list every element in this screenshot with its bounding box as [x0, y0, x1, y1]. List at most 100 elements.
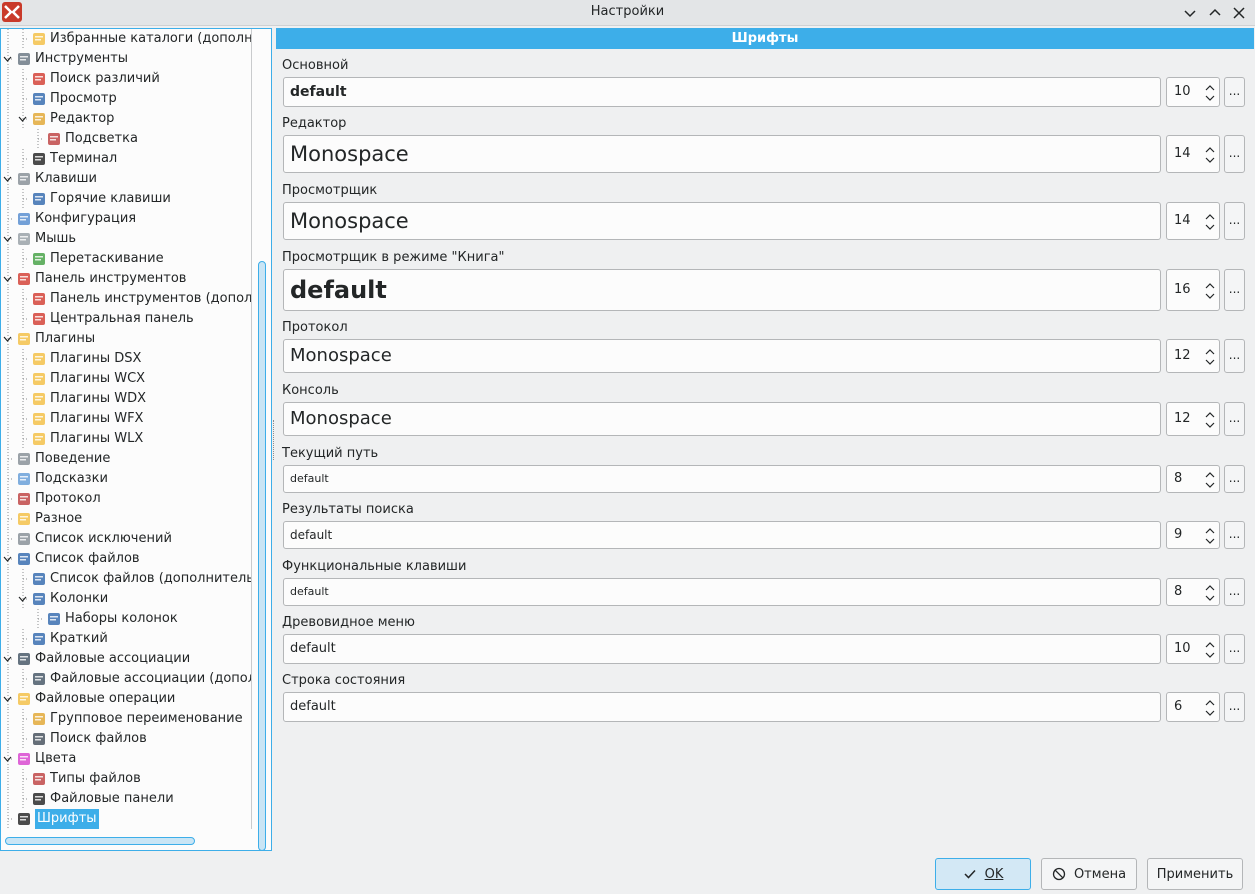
tree-item[interactable]: Центральная панель	[1, 309, 251, 329]
tree-item[interactable]: Протокол	[1, 489, 251, 509]
tree-item[interactable]: Колонки	[1, 589, 251, 609]
font-size-spinbox[interactable]: 14	[1166, 202, 1220, 240]
spin-down-icon[interactable]	[1203, 707, 1217, 717]
minimize-button[interactable]	[1180, 3, 1200, 23]
font-size-spinbox[interactable]: 12	[1166, 402, 1220, 436]
font-name-field[interactable]: Monospace	[283, 339, 1161, 373]
spin-up-icon[interactable]	[1203, 82, 1217, 92]
spin-up-icon[interactable]	[1203, 582, 1217, 592]
spin-down-icon[interactable]	[1203, 356, 1217, 366]
font-size-spinbox[interactable]: 8	[1166, 578, 1220, 606]
spin-up-icon[interactable]	[1203, 144, 1217, 154]
font-size-spinbox[interactable]: 6	[1166, 692, 1220, 722]
font-size-spinbox[interactable]: 14	[1166, 135, 1220, 173]
tree-item[interactable]: Плагины WCX	[1, 369, 251, 389]
spin-down-icon[interactable]	[1203, 290, 1217, 300]
spin-up-icon[interactable]	[1203, 280, 1217, 290]
tree-item[interactable]: Поведение	[1, 449, 251, 469]
tree-item[interactable]: Конфигурация	[1, 209, 251, 229]
apply-button[interactable]: Применить	[1147, 858, 1243, 890]
choose-font-button[interactable]: ...	[1224, 135, 1245, 173]
spin-up-icon[interactable]	[1203, 525, 1217, 535]
tree-item[interactable]: Цвета	[1, 749, 251, 769]
font-name-field[interactable]: default	[283, 465, 1161, 493]
tree-item[interactable]: Список файлов (дополнительно	[1, 569, 251, 589]
tree-item[interactable]: Панель инструментов (дополни	[1, 289, 251, 309]
tree-item[interactable]: Файловые ассоциации (дополни	[1, 669, 251, 689]
tree-item[interactable]: Подсказки	[1, 469, 251, 489]
tree-item[interactable]: Просмотр	[1, 89, 251, 109]
font-size-spinbox[interactable]: 12	[1166, 339, 1220, 373]
tree-item[interactable]: Горячие клавиши	[1, 189, 251, 209]
choose-font-button[interactable]: ...	[1224, 465, 1245, 493]
choose-font-button[interactable]: ...	[1224, 269, 1245, 311]
spin-up-icon[interactable]	[1203, 697, 1217, 707]
tree-item[interactable]: Типы файлов	[1, 769, 251, 789]
font-name-field[interactable]: Monospace	[283, 402, 1161, 436]
tree-vertical-scrollbar[interactable]	[258, 261, 266, 850]
spin-down-icon[interactable]	[1203, 535, 1217, 545]
font-name-field[interactable]: default	[283, 77, 1161, 107]
font-size-spinbox[interactable]: 8	[1166, 465, 1220, 493]
spin-down-icon[interactable]	[1203, 154, 1217, 164]
ok-button[interactable]: OK	[935, 858, 1031, 890]
tree-item[interactable]: Наборы колонок	[1, 609, 251, 629]
tree-item[interactable]: Редактор	[1, 109, 251, 129]
spin-down-icon[interactable]	[1203, 479, 1217, 489]
tree-item[interactable]: Список исключений	[1, 529, 251, 549]
tree-item[interactable]: Плагины WFX	[1, 409, 251, 429]
spin-down-icon[interactable]	[1203, 649, 1217, 659]
tree-item[interactable]: Групповое переименование	[1, 709, 251, 729]
font-name-field[interactable]: default	[283, 634, 1161, 664]
cancel-button[interactable]: Отмена	[1041, 858, 1137, 890]
choose-font-button[interactable]: ...	[1224, 402, 1245, 436]
spin-down-icon[interactable]	[1203, 592, 1217, 602]
choose-font-button[interactable]: ...	[1224, 634, 1245, 664]
tree-item[interactable]: Инструменты	[1, 49, 251, 69]
tree-item[interactable]: Файловые панели	[1, 789, 251, 809]
choose-font-button[interactable]: ...	[1224, 77, 1245, 107]
tree-item[interactable]: Плагины	[1, 329, 251, 349]
tree-item[interactable]: Клавиши	[1, 169, 251, 189]
tree-item[interactable]: Плагины DSX	[1, 349, 251, 369]
choose-font-button[interactable]: ...	[1224, 339, 1245, 373]
close-button[interactable]	[1229, 3, 1249, 23]
tree-item[interactable]: Шрифты	[1, 809, 251, 829]
tree-item[interactable]: Поиск различий	[1, 69, 251, 89]
spin-down-icon[interactable]	[1203, 221, 1217, 231]
tree-item[interactable]: Панель инструментов	[1, 269, 251, 289]
settings-tree[interactable]: Избранные каталоги (дополнит Инструменты П…	[0, 28, 272, 851]
font-name-field[interactable]: default	[283, 521, 1161, 549]
choose-font-button[interactable]: ...	[1224, 202, 1245, 240]
spin-down-icon[interactable]	[1203, 92, 1217, 102]
font-name-field[interactable]: Monospace	[283, 135, 1161, 173]
tree-item[interactable]: Разное	[1, 509, 251, 529]
tree-item[interactable]: Подсветка	[1, 129, 251, 149]
tree-item[interactable]: Список файлов	[1, 549, 251, 569]
font-size-spinbox[interactable]: 10	[1166, 77, 1220, 107]
tree-item[interactable]: Избранные каталоги (дополнит	[1, 29, 251, 49]
font-name-field[interactable]: default	[283, 269, 1161, 311]
font-name-field[interactable]: Monospace	[283, 202, 1161, 240]
tree-item[interactable]: Плагины WLX	[1, 429, 251, 449]
choose-font-button[interactable]: ...	[1224, 578, 1245, 606]
spin-down-icon[interactable]	[1203, 419, 1217, 429]
tree-item[interactable]: Плагины WDX	[1, 389, 251, 409]
tree-item[interactable]: Краткий	[1, 629, 251, 649]
tree-item[interactable]: Мышь	[1, 229, 251, 249]
font-size-spinbox[interactable]: 10	[1166, 634, 1220, 664]
spin-up-icon[interactable]	[1203, 469, 1217, 479]
spin-up-icon[interactable]	[1203, 346, 1217, 356]
font-name-field[interactable]: default	[283, 692, 1161, 722]
spin-up-icon[interactable]	[1203, 211, 1217, 221]
spin-up-icon[interactable]	[1203, 639, 1217, 649]
font-size-spinbox[interactable]: 9	[1166, 521, 1220, 549]
font-name-field[interactable]: default	[283, 578, 1161, 606]
maximize-button[interactable]	[1205, 3, 1225, 23]
tree-item[interactable]: Терминал	[1, 149, 251, 169]
tree-item[interactable]: Файловые операции	[1, 689, 251, 709]
choose-font-button[interactable]: ...	[1224, 692, 1245, 722]
tree-item[interactable]: Поиск файлов	[1, 729, 251, 749]
tree-item[interactable]: Файловые ассоциации	[1, 649, 251, 669]
spin-up-icon[interactable]	[1203, 409, 1217, 419]
